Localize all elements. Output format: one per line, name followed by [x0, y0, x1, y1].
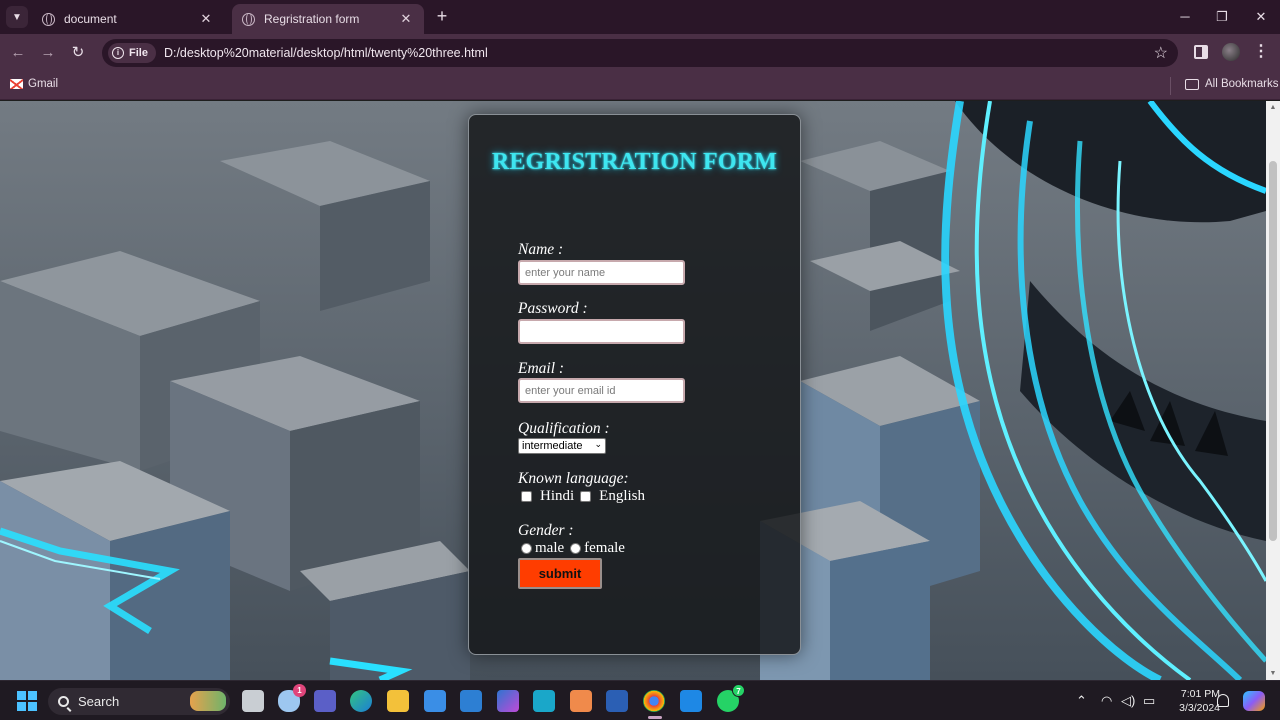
globe-icon [42, 12, 55, 26]
file-explorer-icon[interactable] [387, 690, 409, 712]
windows-start-icon[interactable] [17, 691, 37, 711]
gender-options: male female [521, 540, 631, 557]
mail-icon[interactable] [460, 690, 482, 712]
registration-form-card: REGRISTRATION FORM Name : Password : Ema… [468, 114, 801, 655]
chrome-icon[interactable] [643, 690, 665, 712]
tab-search-button[interactable]: ▼ [6, 6, 28, 28]
tab-close-button[interactable]: ✕ [198, 11, 214, 27]
store-icon[interactable] [424, 690, 446, 712]
tab-document[interactable]: document ✕ [32, 4, 224, 34]
chrome-active-indicator [648, 716, 662, 719]
tab-title: Regristration form [264, 12, 360, 26]
side-panel-icon[interactable] [1194, 45, 1208, 59]
hindi-checkbox[interactable] [521, 491, 532, 502]
teams-icon[interactable] [314, 690, 336, 712]
site-info-label: File [129, 47, 148, 59]
menu-kebab-icon[interactable]: ⋮ [1253, 42, 1269, 62]
search-label: Search [78, 694, 120, 709]
qualification-value: intermediate [522, 440, 583, 452]
new-tab-button[interactable]: + [432, 7, 452, 27]
search-highlight-art [190, 691, 226, 711]
language-options: Hindi English [521, 488, 651, 505]
close-window-button[interactable]: ✕ [1249, 6, 1273, 28]
submit-button[interactable]: submit [518, 558, 602, 589]
english-checkbox[interactable] [580, 491, 592, 502]
taskbar: Search 1 7 ⌃ ◠ ◁) ▭ 7:01 PM 3/3/2024 [0, 680, 1280, 720]
bookmark-star-icon[interactable]: ☆ [1154, 43, 1168, 63]
female-label: female [584, 540, 625, 556]
whatsapp-badge: 7 [732, 684, 745, 697]
password-input[interactable] [518, 319, 685, 344]
url-text: D:/desktop%20material/desktop/html/twent… [163, 46, 488, 60]
known-language-label: Known language: [518, 470, 629, 487]
wifi-icon[interactable]: ◠ [1101, 693, 1112, 709]
reload-button[interactable]: ↻ [67, 42, 89, 64]
female-radio[interactable] [570, 543, 582, 554]
tab-strip: ▼ document ✕ Regristration form ✕ + ─ ❐ … [0, 0, 1280, 34]
scroll-down-arrow-icon[interactable]: ▼ [1269, 670, 1277, 677]
globe-icon [242, 12, 255, 26]
taskbar-search[interactable]: Search [48, 688, 230, 715]
search-icon [58, 696, 69, 707]
male-label: male [535, 540, 565, 556]
tab-close-button[interactable]: ✕ [398, 11, 414, 27]
whatsapp-icon[interactable]: 7 [717, 684, 745, 712]
gender-label: Gender : [518, 522, 574, 539]
browser-toolbar: ← → ↻ i File D:/desktop%20material/deskt… [0, 34, 1280, 72]
name-label: Name : [518, 241, 564, 258]
bookmark-label: Gmail [28, 78, 59, 90]
minimize-button[interactable]: ─ [1173, 6, 1197, 28]
tab-registration-form[interactable]: Regristration form ✕ [232, 4, 424, 34]
address-bar[interactable]: i File D:/desktop%20material/desktop/htm… [102, 39, 1178, 67]
clipchamp-icon[interactable] [497, 690, 519, 712]
male-radio[interactable] [521, 543, 532, 554]
taskbar-clock[interactable]: 7:01 PM 3/3/2024 [1160, 687, 1220, 715]
task-view-icon[interactable] [242, 690, 264, 712]
name-input[interactable] [518, 260, 685, 285]
qualification-label: Qualification : [518, 420, 610, 437]
info-icon: i [112, 47, 124, 59]
page-scrollbar[interactable]: ▲ ▼ [1266, 101, 1280, 680]
page-viewport: REGRISTRATION FORM Name : Password : Ema… [0, 101, 1266, 680]
vscode-icon[interactable] [680, 690, 702, 712]
profile-avatar[interactable] [1222, 43, 1240, 61]
english-label: English [599, 488, 646, 504]
gmail-icon [10, 79, 23, 89]
bookmark-gmail[interactable]: Gmail [10, 78, 58, 90]
onedrive-icon[interactable]: 1 [278, 684, 306, 712]
email-input[interactable] [518, 378, 685, 403]
battery-icon[interactable]: ▭ [1143, 693, 1155, 709]
qualification-select[interactable]: intermediate ⌄ [518, 438, 606, 454]
password-label: Password : [518, 300, 588, 317]
devices-icon[interactable] [533, 690, 555, 712]
chevron-down-icon: ⌄ [594, 439, 602, 449]
bookmarks-divider [1170, 77, 1171, 95]
onedrive-badge: 1 [293, 684, 306, 697]
tab-title: document [64, 12, 117, 26]
xampp-icon[interactable] [570, 690, 592, 712]
site-info-chip[interactable]: i File [108, 43, 156, 63]
clock-date: 3/3/2024 [1179, 702, 1220, 714]
bookmarks-bar: Gmail All Bookmarks [0, 72, 1280, 100]
edge-icon[interactable] [350, 690, 372, 712]
maximize-button[interactable]: ❐ [1210, 6, 1234, 28]
all-bookmarks-button[interactable]: All Bookmarks [1185, 78, 1279, 90]
email-label: Email : [518, 360, 565, 377]
back-button[interactable]: ← [7, 42, 29, 64]
folder-icon [1185, 78, 1199, 90]
all-bookmarks-label: All Bookmarks [1205, 78, 1279, 90]
tray-chevron-up-icon[interactable]: ⌃ [1076, 693, 1087, 709]
hindi-label: Hindi [540, 488, 575, 504]
scroll-up-arrow-icon[interactable]: ▲ [1269, 104, 1277, 111]
clock-time: 7:01 PM [1180, 688, 1220, 700]
scrollbar-thumb[interactable] [1269, 161, 1277, 541]
form-title: REGRISTRATION FORM [491, 149, 778, 175]
forward-button[interactable]: → [37, 42, 59, 64]
copilot-icon[interactable] [1243, 691, 1265, 711]
volume-icon[interactable]: ◁) [1121, 693, 1135, 709]
notification-bell-icon[interactable] [1217, 694, 1229, 707]
word-icon[interactable] [606, 690, 628, 712]
